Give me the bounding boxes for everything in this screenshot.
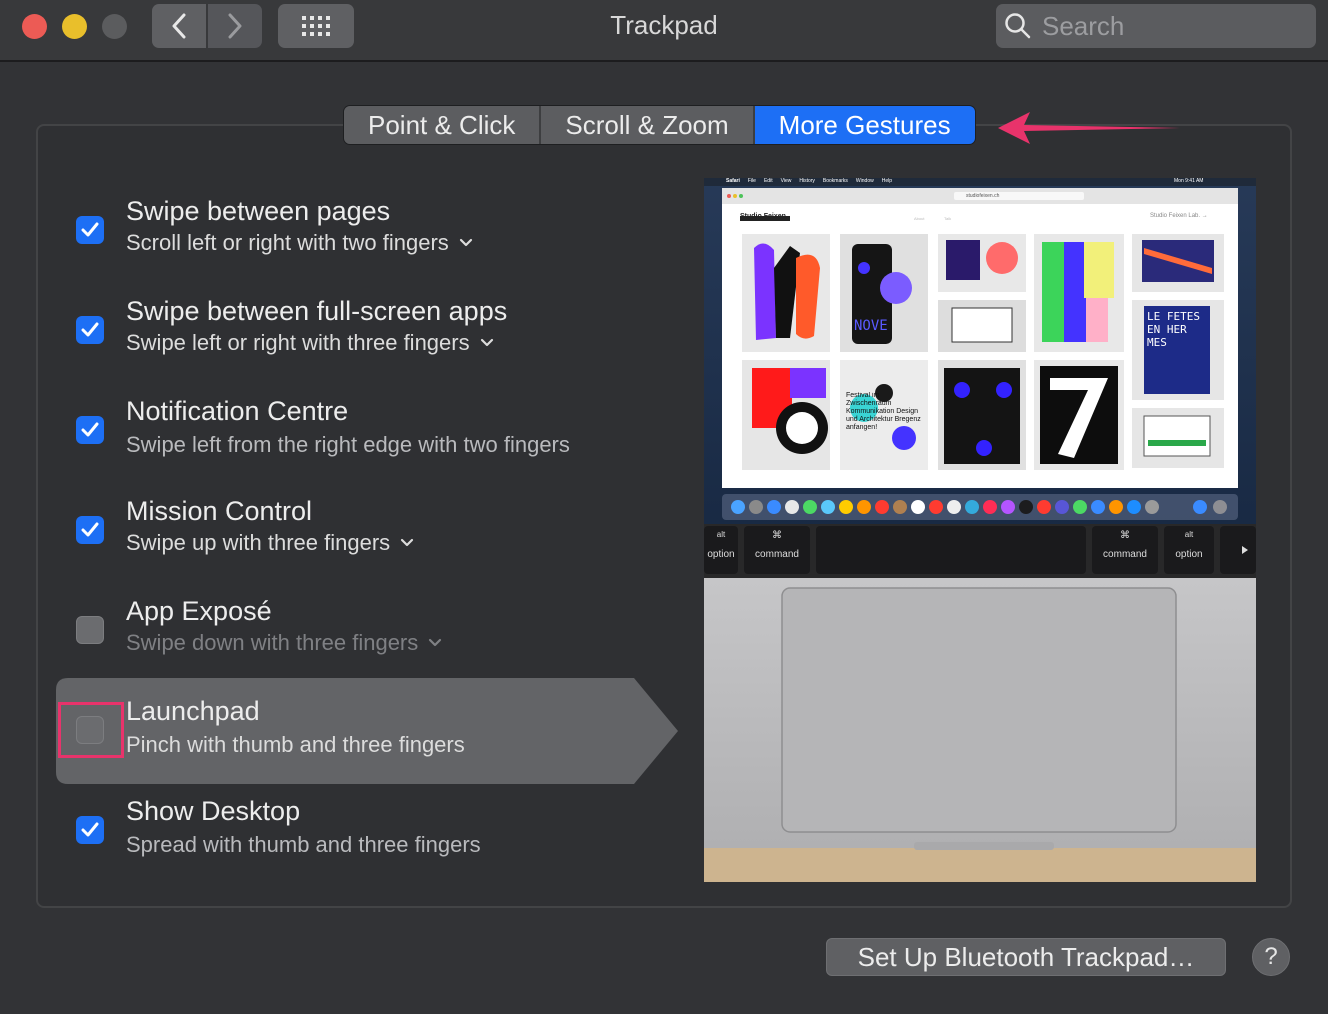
checkbox-app-expose[interactable] [76,616,104,644]
annotation-highlight-box [58,702,124,758]
close-window-button[interactable] [22,14,47,39]
annotation-arrow [998,112,1180,144]
option-subtitle: Spread with thumb and three fingers [126,832,481,857]
key-top-label: alt [716,530,726,539]
preview-clock: Mon 9:41 AM [1174,178,1204,184]
preview-menu-item: Edit [763,178,773,184]
navigation-buttons [152,4,262,48]
selection-highlight [56,678,678,784]
checkbox-notification-centre[interactable] [76,416,104,444]
preview-site-name: Studio Feixen [740,213,786,220]
option-title: Launchpad [126,696,260,726]
chevron-down-icon [428,638,442,648]
preview-nav-link: Talk [944,216,952,221]
chevron-left-icon [172,13,186,39]
option-launchpad[interactable]: Launchpad Pinch with thumb and three fin… [56,678,681,784]
preview-menu-item: Safari [726,178,740,184]
title-bar: Trackpad [0,0,1328,62]
preview-menu-item: History [799,178,815,184]
chevron-down-icon [480,338,494,348]
option-subtitle: Swipe down with three fingers [126,630,419,655]
option-title: Notification Centre [126,396,349,426]
preview-nav-link: About [914,216,925,221]
back-button[interactable] [152,4,206,48]
preview-url: studiofeixen.ch [966,193,1000,199]
option-subtitle: Swipe left or right with three fingers [126,330,470,355]
show-all-button[interactable] [278,4,354,48]
tab-scroll-and-zoom[interactable]: Scroll & Zoom [541,106,755,144]
gesture-preview-video: Studio Feixen Studio Feixen Lab. → studi… [704,178,1256,882]
preview-site-link: Studio Feixen Lab. → [1150,213,1208,219]
gesture-menu-mission-control[interactable]: Swipe up with three fingers [126,530,414,556]
key-top-label: alt [1184,530,1194,539]
search-icon [1005,13,1031,39]
set-up-bluetooth-trackpad-button[interactable]: Set Up Bluetooth Trackpad… [826,938,1226,976]
preview-menu-item: Help [881,178,893,184]
checkmark-icon [81,322,99,337]
option-title: Mission Control [126,496,313,526]
preview-menu-item: File [747,178,756,184]
preview-poster-text: NOVE [854,318,888,334]
option-show-desktop: Show Desktop Spread with thumb and three… [56,792,676,892]
chevron-down-icon [400,538,414,548]
option-app-expose: App Exposé Swipe down with three fingers [56,592,676,692]
search-field[interactable] [996,4,1316,48]
preview-poster-text: LE FETES EN HER MES [1147,310,1200,349]
gesture-menu-swipe-between-full-screen-apps[interactable]: Swipe left or right with three fingers [126,330,494,356]
checkmark-icon [81,522,99,537]
preview-poster-text: Festival im Zwischenraum Kommunikation D… [846,392,921,431]
checkmark-icon [81,222,99,237]
zoom-window-button[interactable] [102,14,127,39]
option-swipe-between-pages: Swipe between pages Scroll left or right… [56,192,676,292]
checkbox-mission-control[interactable] [76,516,104,544]
key-bottom-label: option [1175,549,1203,560]
option-title: App Exposé [126,596,272,626]
checkbox-swipe-between-pages[interactable] [76,216,104,244]
checkbox-swipe-between-full-screen-apps[interactable] [76,316,104,344]
forward-button[interactable] [208,4,262,48]
preview-key-label: alt option [704,530,738,560]
key-bottom-label: command [755,549,799,560]
option-title: Swipe between full-screen apps [126,296,508,326]
preview-menu-item: View [780,178,792,184]
option-subtitle: Swipe left from the right edge with two … [126,432,570,457]
key-top-label: ⌘ [772,530,782,541]
chevron-down-icon [459,238,473,248]
preview-key-label: ⌘ command [744,530,810,560]
option-subtitle: Scroll left or right with two fingers [126,230,449,255]
checkbox-show-desktop[interactable] [76,816,104,844]
preview-menu-item: Window [855,178,874,184]
minimize-window-button[interactable] [62,14,87,39]
gesture-menu-swipe-between-pages[interactable]: Scroll left or right with two fingers [126,230,473,256]
chevron-right-icon [228,13,242,39]
option-mission-control: Mission Control Swipe up with three fing… [56,492,676,592]
key-top-label: ⌘ [1120,530,1130,541]
option-title: Show Desktop [126,796,301,826]
option-subtitle: Swipe up with three fingers [126,530,391,555]
option-subtitle: Pinch with thumb and three fingers [126,732,465,757]
help-button[interactable]: ? [1252,938,1290,976]
checkmark-icon [81,822,99,837]
tab-bar: Point & Click Scroll & Zoom More Gesture… [344,106,975,144]
search-input[interactable] [1040,9,1304,43]
gesture-menu-app-expose[interactable]: Swipe down with three fingers [126,630,442,656]
key-bottom-label: command [1103,549,1147,560]
preview-menubar: Safari File Edit View History Bookmarks … [726,178,892,184]
tab-more-gestures[interactable]: More Gestures [754,106,975,144]
preview-key-label: alt option [1164,530,1214,560]
option-title: Swipe between pages [126,196,391,226]
checkmark-icon [81,422,99,437]
preview-key-label: ⌘ command [1092,530,1158,560]
preview-menu-item: Bookmarks [822,178,848,184]
option-swipe-between-full-screen-apps: Swipe between full-screen apps Swipe lef… [56,292,676,392]
tab-point-and-click[interactable]: Point & Click [344,106,542,144]
grid-icon [302,16,330,36]
key-bottom-label: option [707,549,735,560]
option-notification-centre: Notification Centre Swipe left from the … [56,392,676,492]
